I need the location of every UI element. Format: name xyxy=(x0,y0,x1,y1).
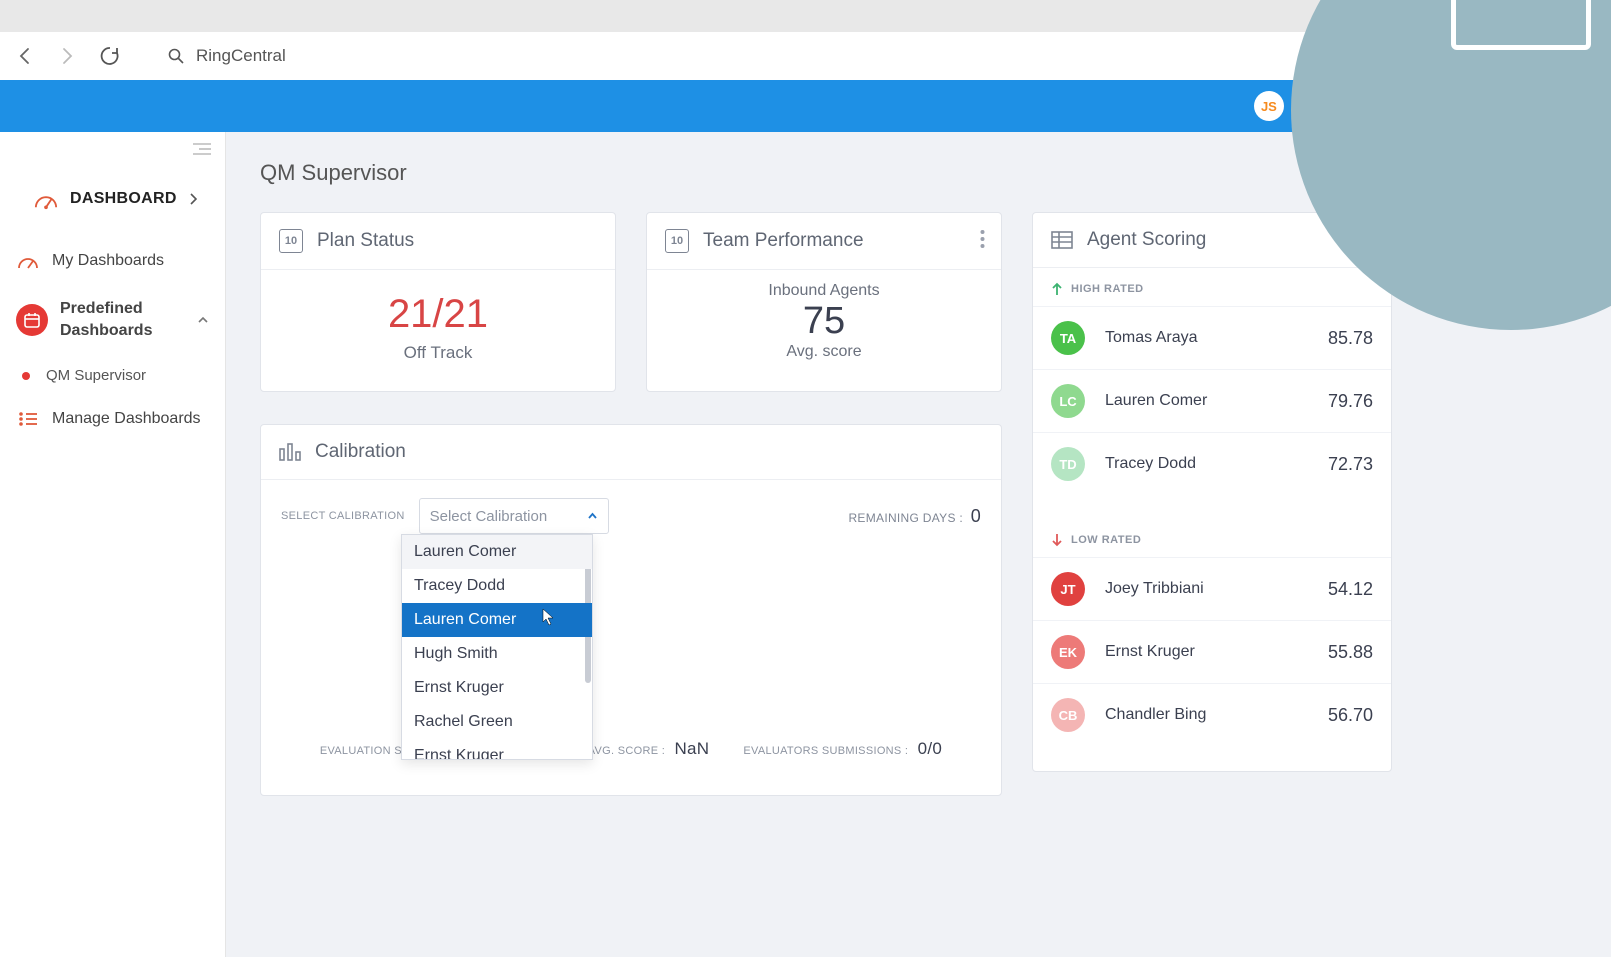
calibration-dropdown-list: Lauren Comer Tracey Dodd Lauren Comer Hu… xyxy=(401,534,593,760)
team-sub: Avg. score xyxy=(647,343,1001,361)
team-label: Inbound Agents xyxy=(647,282,1001,300)
dropdown-option[interactable]: Ernst Kruger xyxy=(402,671,592,705)
sidebar-item-dashboard-main[interactable]: DASHBOARD xyxy=(0,160,225,238)
card-team-performance: 10 Team Performance Inbound Agents 75 Av… xyxy=(646,212,1002,392)
select-calibration-dropdown[interactable]: Select Calibration xyxy=(419,498,609,534)
arrow-down-icon xyxy=(1051,533,1063,547)
agent-name: Chandler Bing xyxy=(1105,706,1328,724)
select-placeholder: Select Calibration xyxy=(430,508,548,525)
forward-button[interactable] xyxy=(57,46,77,66)
agent-name: Tomas Araya xyxy=(1105,329,1328,347)
agent-name: Lauren Comer xyxy=(1105,392,1328,410)
agent-avatar: LC xyxy=(1051,384,1085,418)
card-header: 10 Team Performance xyxy=(647,213,1001,270)
evaluators-submissions-label: EVALUATORS SUBMISSIONS : xyxy=(743,745,908,757)
agent-name: Joey Tribbiani xyxy=(1105,580,1328,598)
dropdown-option[interactable]: Lauren Comer xyxy=(402,535,592,569)
chevron-up-icon xyxy=(587,511,598,521)
agent-row[interactable]: JT Joey Tribbiani54.12 xyxy=(1033,557,1391,620)
sidebar-item-my-dashboards[interactable]: My Dashboards xyxy=(0,238,225,284)
calendar-icon xyxy=(16,304,48,336)
badge-number: 10 xyxy=(279,229,303,253)
bars-icon xyxy=(279,442,301,462)
agent-avatar: TD xyxy=(1051,447,1085,481)
user-avatar: JS xyxy=(1254,91,1284,121)
agent-avatar: JT xyxy=(1051,572,1085,606)
card-header: Calibration xyxy=(261,425,1001,480)
agent-avatar: CB xyxy=(1051,698,1085,732)
plan-status-value: 21/21 xyxy=(261,292,615,337)
plan-status-label: Off Track xyxy=(261,343,615,363)
address-bar[interactable]: RingCentral xyxy=(168,46,286,66)
dropdown-option[interactable]: Lauren Comer xyxy=(402,603,592,637)
card-title: Agent Scoring xyxy=(1087,229,1206,251)
arrow-up-icon xyxy=(1051,282,1063,296)
remaining-days-label: REMAINING DAYS : xyxy=(848,511,963,525)
agent-row[interactable]: TD Tracey Dodd72.73 xyxy=(1033,432,1391,495)
high-rated-label: HIGH RATED xyxy=(1033,268,1391,306)
dropdown-option[interactable]: Hugh Smith xyxy=(402,637,592,671)
card-title: Plan Status xyxy=(317,230,414,252)
dashboard-icon xyxy=(34,188,58,210)
back-button[interactable] xyxy=(15,46,35,66)
agent-score: 72.73 xyxy=(1328,454,1373,475)
address-text: RingCentral xyxy=(196,46,286,66)
agent-avatar: EK xyxy=(1051,635,1085,669)
card-calibration: Calibration SELECT CALIBRATION Select Ca… xyxy=(260,424,1002,796)
agent-row[interactable]: TA Tomas Araya85.78 xyxy=(1033,306,1391,369)
agent-name: Ernst Kruger xyxy=(1105,643,1328,661)
sidebar-item-predefined-dashboards[interactable]: Predefined Dashboards xyxy=(0,284,225,355)
card-title: Calibration xyxy=(315,441,406,463)
agent-score: 55.88 xyxy=(1328,642,1373,663)
agent-avatar: TA xyxy=(1051,321,1085,355)
team-value: 75 xyxy=(647,300,1001,343)
agent-row[interactable]: EK Ernst Kruger55.88 xyxy=(1033,620,1391,683)
search-icon xyxy=(168,48,184,64)
agent-score: 54.12 xyxy=(1328,579,1373,600)
gauge-icon xyxy=(16,252,40,270)
agent-row[interactable]: LC Lauren Comer79.76 xyxy=(1033,369,1391,432)
dropdown-option[interactable]: Ernst Kruger xyxy=(402,739,592,759)
cursor-icon xyxy=(542,608,554,626)
remaining-days-value: 0 xyxy=(971,506,981,526)
sidebar: DASHBOARD My Dashboards Predefined Dashb… xyxy=(0,132,226,957)
agent-name: Tracey Dodd xyxy=(1105,455,1328,473)
card-header: 10 Plan Status xyxy=(261,213,615,270)
card-plan-status: 10 Plan Status 21/21 Off Track xyxy=(260,212,616,392)
evaluators-submissions-value: 0/0 xyxy=(918,739,943,758)
chevron-right-icon xyxy=(189,193,197,205)
agent-score: 85.78 xyxy=(1328,328,1373,349)
agent-row[interactable]: CB Chandler Bing56.70 xyxy=(1033,683,1391,746)
dropdown-option[interactable]: Rachel Green xyxy=(402,705,592,739)
card-menu-button[interactable] xyxy=(980,229,985,249)
calibration-avg-value: NaN xyxy=(674,739,709,758)
card-title: Team Performance xyxy=(703,230,864,252)
sidebar-sub-qm-supervisor[interactable]: QM Supervisor xyxy=(0,355,225,396)
dropdown-option[interactable]: Tracey Dodd xyxy=(402,569,592,603)
agent-score: 79.76 xyxy=(1328,391,1373,412)
select-calibration-label: SELECT CALIBRATION xyxy=(281,510,405,522)
card-agent-scoring: Agent Scoring HIGH RATED TA Tomas Araya85… xyxy=(1032,212,1392,772)
refresh-button[interactable] xyxy=(99,45,121,67)
agent-score: 56.70 xyxy=(1328,705,1373,726)
badge-number: 10 xyxy=(665,229,689,253)
sidebar-item-manage-dashboards[interactable]: Manage Dashboards xyxy=(0,396,225,442)
list-icon xyxy=(16,411,40,427)
table-icon xyxy=(1051,231,1073,249)
low-rated-label: LOW RATED xyxy=(1033,519,1391,557)
sidebar-toggle[interactable] xyxy=(0,132,225,160)
chevron-up-icon xyxy=(197,315,209,325)
